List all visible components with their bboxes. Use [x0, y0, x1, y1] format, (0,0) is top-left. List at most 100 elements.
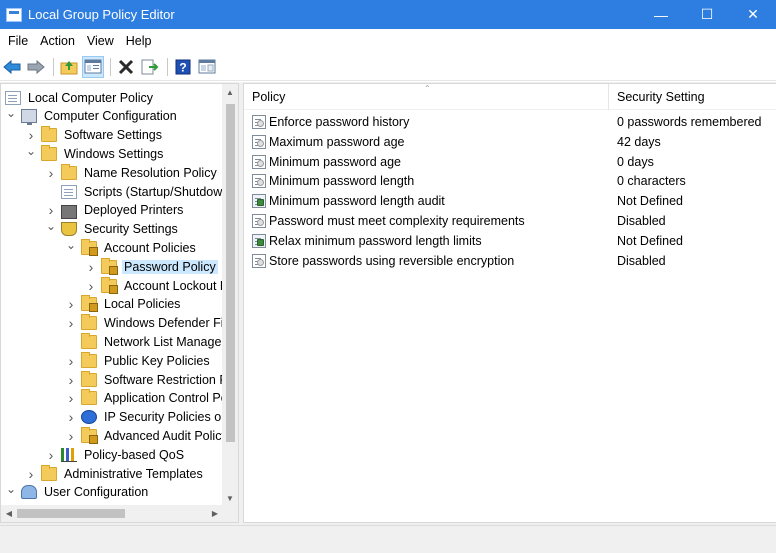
tree-item[interactable]: › Software Settings	[25, 126, 164, 145]
menu-help[interactable]: Help	[120, 34, 158, 48]
export-list-icon[interactable]	[139, 56, 161, 78]
policy-row[interactable]: Store passwords using reversible encrypt…	[244, 251, 776, 271]
scrollbar-thumb[interactable]	[226, 104, 235, 442]
policy-name: Minimum password length audit	[269, 194, 445, 209]
chevron-right-icon[interactable]: ›	[25, 466, 37, 482]
chevron-right-icon[interactable]: ›	[85, 278, 97, 294]
tree-item-label: Application Control Policies	[104, 391, 223, 406]
lock-folder-icon	[81, 238, 98, 256]
tree-item[interactable]: › Policy-based QoS	[45, 445, 186, 464]
back-icon[interactable]	[1, 56, 23, 78]
menu-action[interactable]: Action	[34, 34, 81, 48]
tree-item[interactable]: ⌄ Account Policies	[65, 238, 198, 257]
tree-item[interactable]: › IP Security Policies on	[65, 408, 223, 427]
tree-item[interactable]: ⌄ Windows Settings	[25, 144, 165, 163]
chevron-down-icon[interactable]: ⌄	[65, 238, 77, 252]
toolbar-separator	[110, 57, 111, 76]
menu-file[interactable]: File	[2, 34, 34, 48]
tree-item[interactable]: › Local Policies	[65, 295, 182, 314]
tree-item[interactable]: › Administrative Templates	[25, 464, 205, 483]
group-policy-app-icon	[6, 7, 22, 22]
tree-item-label: Account Policies	[104, 240, 196, 255]
chevron-down-icon[interactable]: ⌄	[5, 106, 17, 120]
properties-pane-icon[interactable]	[196, 56, 218, 78]
minimize-button[interactable]: —	[638, 0, 684, 29]
column-header-policy[interactable]: Policy	[244, 84, 609, 110]
chevron-right-icon[interactable]: ›	[65, 409, 77, 425]
close-button[interactable]: ✕	[730, 0, 776, 29]
chevron-right-icon[interactable]: ›	[65, 372, 77, 388]
tree-vertical-scrollbar[interactable]: ▲ ▼	[222, 84, 238, 506]
tree-item[interactable]: Local Computer Policy	[5, 88, 155, 107]
chevron-right-icon[interactable]: ›	[65, 315, 77, 331]
folder-icon	[81, 314, 97, 331]
tree-item-label: Network List Manager	[104, 334, 223, 349]
policy-row[interactable]: Relax minimum password length limits Not …	[244, 231, 776, 251]
up-folder-icon[interactable]	[58, 56, 80, 78]
tree-item[interactable]: › Name Resolution Policy	[45, 163, 219, 182]
chevron-right-icon[interactable]: ›	[45, 165, 57, 181]
tree-item[interactable]: › Application Control Policies	[65, 389, 223, 408]
tree-item[interactable]: › Public Key Policies	[65, 351, 212, 370]
tree-item-label: Policy-based QoS	[84, 447, 185, 462]
security-setting-value: 0 days	[617, 154, 654, 169]
users-icon	[21, 485, 37, 500]
tree-item-label: Windows Defender Firewall	[104, 316, 223, 331]
scroll-right-icon[interactable]: ▶	[207, 505, 223, 522]
menu-bar: File Action View Help	[0, 29, 776, 53]
tree-item[interactable]: › Account Lockout Policy	[85, 276, 223, 295]
tree-item[interactable]: ⌄ Security Settings	[45, 219, 180, 239]
chevron-right-icon[interactable]: ›	[65, 296, 77, 312]
policy-row[interactable]: Minimum password length 0 characters	[244, 171, 776, 191]
delete-icon[interactable]	[115, 56, 137, 78]
chevron-down-icon[interactable]: ⌄	[45, 219, 57, 233]
scroll-down-icon[interactable]: ▼	[222, 490, 238, 506]
chevron-right-icon[interactable]: ›	[45, 447, 57, 463]
folder-icon	[81, 332, 97, 349]
tree-item-label: Security Settings	[84, 222, 178, 237]
chevron-right-icon[interactable]: ›	[45, 202, 57, 218]
tree-item[interactable]: › Password Policy	[85, 257, 218, 276]
window-title: Local Group Policy Editor	[28, 7, 175, 22]
tree-item-label: IP Security Policies on	[104, 410, 223, 425]
tree-item[interactable]: › Advanced Audit Policy	[65, 426, 223, 445]
tree-item[interactable]: Network List Manager	[65, 332, 223, 351]
chevron-down-icon[interactable]: ⌄	[5, 482, 17, 496]
security-setting-value: Disabled	[617, 253, 666, 268]
policy-row[interactable]: Minimum password length audit Not Defined	[244, 191, 776, 211]
tree-item[interactable]: ⌄ User Configuration	[5, 482, 150, 502]
security-setting-value: Disabled	[617, 214, 666, 228]
scroll-left-icon[interactable]: ◀	[1, 505, 17, 522]
maximize-button[interactable]: ☐	[684, 0, 730, 29]
show-hide-tree-icon[interactable]	[82, 55, 104, 78]
tree-item[interactable]: › Windows Defender Firewall	[65, 314, 223, 333]
expander-placeholder	[45, 186, 57, 198]
chevron-right-icon[interactable]: ›	[65, 390, 77, 406]
help-icon[interactable]: ?	[172, 56, 194, 78]
policy-row[interactable]: Maximum password age 42 days	[244, 132, 776, 152]
tree-item-label: Scripts (Startup/Shutdown)	[84, 184, 223, 199]
chevron-right-icon[interactable]: ›	[85, 259, 97, 275]
policy-row[interactable]: Enforce password history 0 passwords reme…	[244, 112, 776, 132]
tree-item[interactable]: › Software Restriction Policies	[65, 370, 223, 389]
chevron-right-icon[interactable]: ›	[65, 353, 77, 369]
printer-icon	[61, 204, 77, 219]
svg-text:?: ?	[179, 60, 186, 74]
folder-icon	[81, 370, 97, 387]
scroll-up-icon[interactable]: ▲	[222, 84, 238, 100]
tree-item[interactable]: Scripts (Startup/Shutdown)	[45, 182, 223, 201]
tree-horizontal-scrollbar[interactable]: ◀ ▶	[1, 505, 223, 522]
tree-item[interactable]: ⌄ Computer Configuration	[5, 106, 179, 126]
chevron-down-icon[interactable]: ⌄	[25, 144, 37, 158]
security-setting-value: 0 characters	[617, 174, 686, 189]
policy-row[interactable]: Minimum password age 0 days	[244, 152, 776, 172]
title-bar: Local Group Policy Editor — ☐ ✕	[0, 0, 776, 29]
policy-row[interactable]: Password must meet complexity requiremen…	[244, 211, 776, 231]
column-header-security-setting[interactable]: Security Setting	[609, 84, 776, 110]
menu-view[interactable]: View	[81, 34, 120, 48]
chevron-right-icon[interactable]: ›	[25, 127, 37, 143]
scrollbar-thumb[interactable]	[17, 509, 125, 518]
tree-item[interactable]: › Deployed Printers	[45, 201, 185, 220]
chevron-right-icon[interactable]: ›	[65, 428, 77, 444]
forward-icon[interactable]	[25, 56, 47, 78]
